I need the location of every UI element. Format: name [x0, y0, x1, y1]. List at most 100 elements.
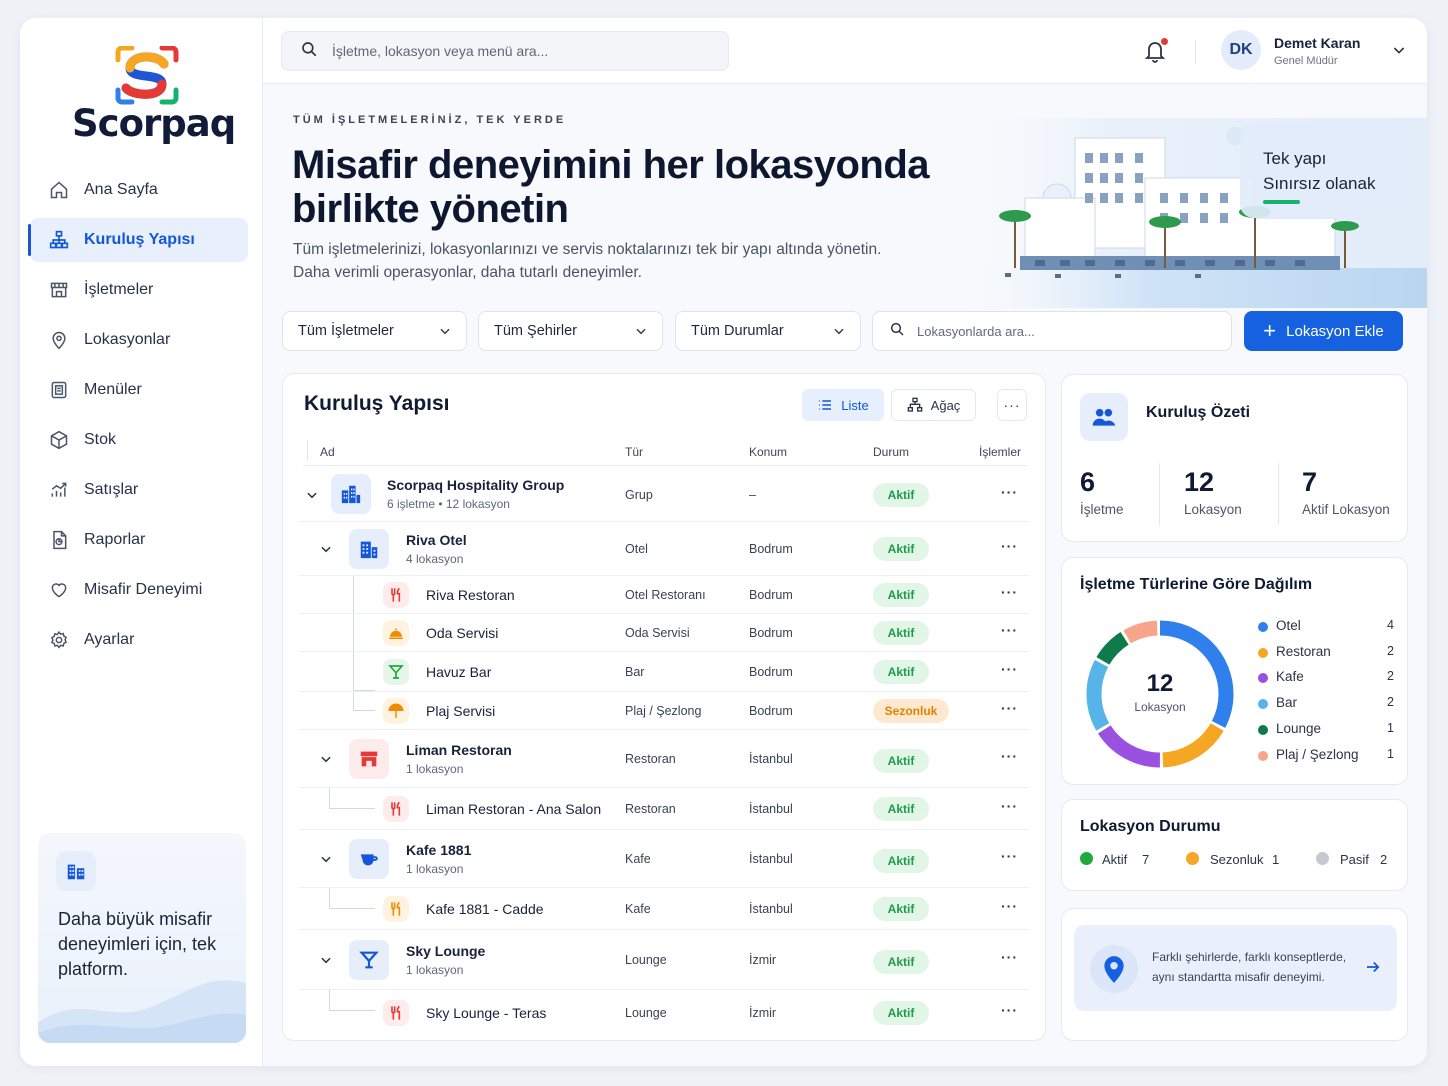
row-actions-button[interactable]: ···: [1001, 700, 1018, 716]
row-type: Kafe: [625, 902, 651, 916]
status-dot: [1186, 852, 1199, 865]
row-meta: 1 lokasyon: [406, 862, 464, 876]
row-name: Plaj Servisi: [426, 703, 496, 719]
sidebar-item-isletmeler[interactable]: İşletmeler: [30, 268, 248, 312]
status-label: Pasif: [1340, 852, 1369, 867]
location-search-input[interactable]: [917, 323, 1217, 339]
arrow-right-icon[interactable]: [1364, 958, 1382, 976]
row-actions-button[interactable]: ···: [1001, 484, 1018, 500]
row-meta: 6 işletme • 12 lokasyon: [387, 497, 510, 511]
stat-label: Aktif Lokasyon: [1302, 502, 1390, 517]
global-search-input[interactable]: [332, 43, 712, 59]
row-actions-button[interactable]: ···: [1001, 848, 1018, 864]
col-actions: İşlemler: [979, 445, 1022, 459]
sidebar-item-lokasyonlar[interactable]: Lokasyonlar: [30, 318, 248, 362]
avatar[interactable]: DK: [1221, 30, 1261, 70]
table-row-group[interactable]: Scorpaq Hospitality Group 6 işletme • 12…: [299, 468, 1029, 522]
row-actions-button[interactable]: ···: [1001, 748, 1018, 764]
chevron-down-icon[interactable]: [1391, 42, 1407, 58]
table-row-business[interactable]: Liman Restoran 1 lokasyon Restoran İstan…: [299, 730, 1029, 788]
table-row-location[interactable]: Plaj Servisi Plaj / Şezlong Bodrum Sezon…: [299, 692, 1029, 730]
chevron-down-icon[interactable]: [319, 953, 333, 967]
table-row-business[interactable]: Riva Otel 4 lokasyon Otel Bodrum Aktif ·…: [299, 522, 1029, 576]
chevron-down-icon[interactable]: [305, 488, 319, 502]
sidebar-item-ayarlar[interactable]: Ayarlar: [30, 618, 248, 662]
table-row-location[interactable]: Kafe 1881 - Cadde Kafe İstanbul Aktif ··…: [299, 888, 1029, 930]
notification-dot: [1161, 38, 1168, 45]
city-filter-select[interactable]: Tüm Şehirler: [478, 311, 663, 351]
table-row-location[interactable]: Riva Restoran Otel Restoranı Bodrum Akti…: [299, 576, 1029, 614]
row-actions-button[interactable]: ···: [1001, 1002, 1018, 1018]
row-name: Liman Restoran - Ana Salon: [426, 801, 602, 817]
row-actions-button[interactable]: ···: [1001, 538, 1018, 554]
panel-more-button[interactable]: ···: [997, 389, 1027, 421]
row-location: Bodrum: [749, 542, 793, 556]
table-row-location[interactable]: Sky Lounge - Teras Lounge İzmir Aktif ··…: [299, 990, 1029, 1036]
status-badge: Aktif: [873, 537, 929, 561]
table-row-business[interactable]: Sky Lounge 1 lokasyon Lounge İzmir Aktif…: [299, 930, 1029, 990]
location-search: [872, 311, 1232, 351]
sidebar-item-raporlar[interactable]: Raporlar: [30, 518, 248, 562]
status-badge: Aktif: [873, 897, 929, 921]
row-name: Kafe 1881: [406, 842, 472, 858]
table-row-location[interactable]: Oda Servisi Oda Servisi Bodrum Aktif ···: [299, 614, 1029, 652]
chevron-down-icon[interactable]: [319, 852, 333, 866]
chart-up-icon: [48, 479, 70, 501]
row-name: Oda Servisi: [426, 625, 499, 641]
stat-divider: [1278, 463, 1279, 525]
legend-value: 1: [1387, 721, 1394, 735]
cocktail-icon: [349, 940, 389, 980]
sidebar-item-satislar[interactable]: Satışlar: [30, 468, 248, 512]
stat-divider: [1159, 463, 1160, 525]
row-name: Riva Otel: [406, 532, 467, 548]
header-divider: [307, 440, 308, 460]
row-actions-button[interactable]: ···: [1001, 949, 1018, 965]
table-row-location[interactable]: Liman Restoran - Ana Salon Restoran İsta…: [299, 788, 1029, 830]
business-filter-select[interactable]: Tüm İşletmeler: [282, 311, 467, 351]
sidebar-item-kurulus-yapisi[interactable]: Kuruluş Yapısı: [28, 218, 248, 262]
sidebar-item-label: Ana Sayfa: [84, 181, 158, 198]
chevron-down-icon: [438, 324, 452, 338]
user-name[interactable]: Demet Karan: [1274, 35, 1360, 51]
add-location-label: Lokasyon Ekle: [1286, 322, 1384, 340]
hero-tagline-accent: [1263, 200, 1300, 204]
row-actions-button[interactable]: ···: [1001, 798, 1018, 814]
table-row-location[interactable]: Havuz Bar Bar Bodrum Aktif ···: [299, 652, 1029, 692]
chevron-down-icon[interactable]: [319, 752, 333, 766]
brand-logo[interactable]: Scorpaq: [72, 45, 236, 146]
plus-icon: +: [1263, 318, 1277, 343]
fork-knife-icon: [383, 896, 409, 922]
status-value: 7: [1142, 852, 1150, 867]
legend-label: Kafe: [1276, 669, 1304, 684]
sidebar-item-ana-sayfa[interactable]: Ana Sayfa: [30, 168, 248, 212]
chevron-down-icon[interactable]: [319, 542, 333, 556]
sidebar-item-stok[interactable]: Stok: [30, 418, 248, 462]
sidebar-item-misafir-deneyimi[interactable]: Misafir Deneyimi: [30, 568, 248, 612]
cta-banner[interactable]: Farklı şehirlerde, farklı konseptlerde, …: [1074, 925, 1397, 1011]
table-row-business[interactable]: Kafe 1881 1 lokasyon Kafe İstanbul Aktif…: [299, 830, 1029, 888]
hero-tagline-card: Tek yapı Sınırsız olanak: [1240, 122, 1403, 218]
add-location-button[interactable]: + Lokasyon Ekle: [1244, 311, 1403, 351]
row-location: İzmir: [749, 953, 777, 967]
chevron-down-icon: [634, 324, 648, 338]
notification-bell-icon[interactable]: [1143, 38, 1169, 64]
status-item-sezonluk: Sezonluk 1: [1186, 852, 1296, 870]
legend-value: 4: [1387, 618, 1394, 632]
row-location: Bodrum: [749, 626, 793, 640]
row-actions-button[interactable]: ···: [1001, 898, 1018, 914]
legend-item-otel: Otel 4: [1258, 618, 1394, 636]
org-structure-panel: Kuruluş Yapısı Liste Ağaç ··· Ad Tür Kon…: [282, 373, 1046, 1041]
row-actions-button[interactable]: ···: [1001, 661, 1018, 677]
fork-knife-icon: [383, 1000, 409, 1026]
row-type: Grup: [625, 488, 653, 502]
status-filter-select[interactable]: Tüm Durumlar: [675, 311, 861, 351]
row-actions-button[interactable]: ···: [1001, 622, 1018, 638]
menu-book-icon: [48, 379, 70, 401]
sidebar-item-menuler[interactable]: Menüler: [30, 368, 248, 412]
list-view-button[interactable]: Liste: [802, 389, 884, 421]
tree-view-button[interactable]: Ağaç: [891, 389, 976, 421]
row-actions-button[interactable]: ···: [1001, 584, 1018, 600]
row-name: Riva Restoran: [426, 587, 515, 603]
legend-label: Bar: [1276, 695, 1298, 710]
row-location: İzmir: [749, 1006, 777, 1020]
